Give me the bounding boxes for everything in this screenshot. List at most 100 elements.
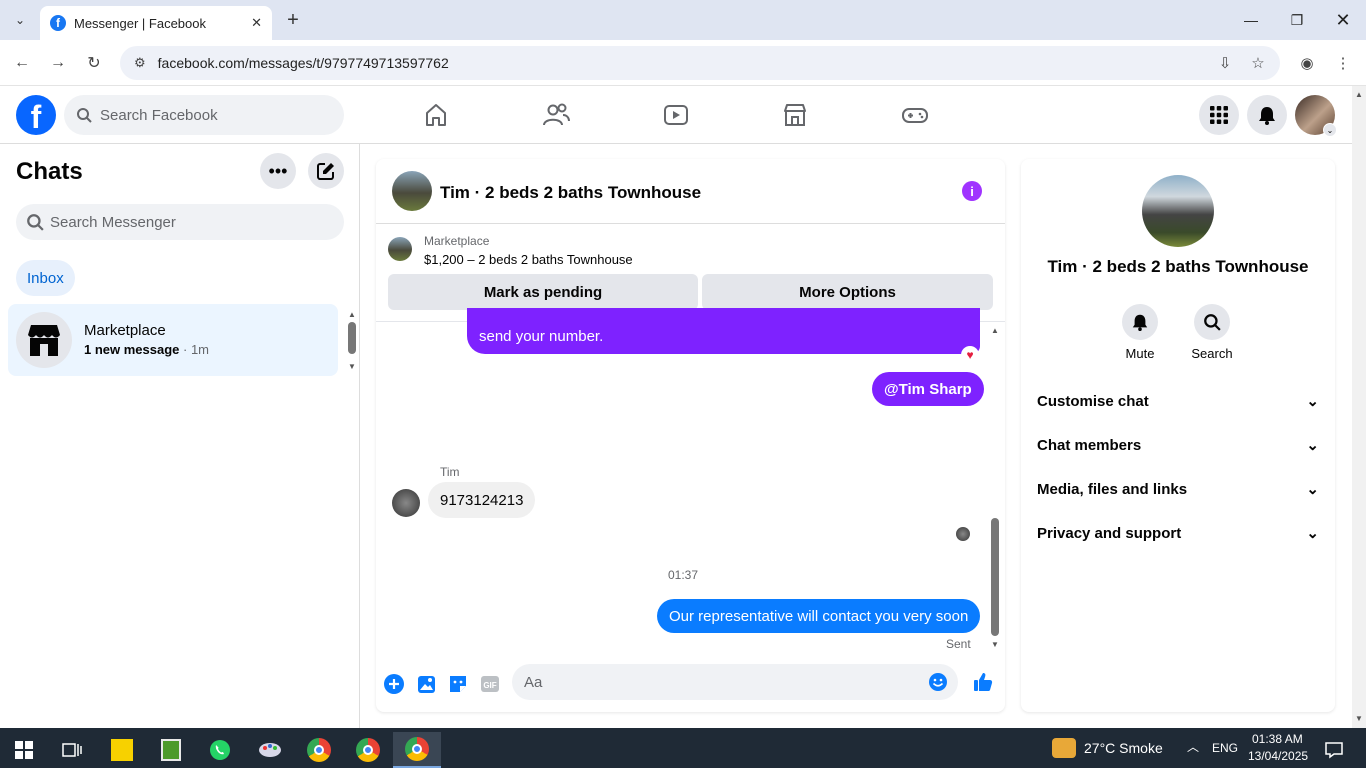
inbox-filter-tab[interactable]: Inbox	[16, 260, 75, 296]
thread-scrollbar[interactable]: ▲ ▼	[988, 322, 1002, 653]
minimize-icon[interactable]: —	[1228, 0, 1274, 40]
chrome-active-icon[interactable]	[393, 732, 441, 768]
mark-as-pending-button[interactable]: Mark as pending	[388, 274, 698, 310]
conversation-title[interactable]: Tim · 2 beds 2 baths Townhouse	[440, 183, 701, 203]
outgoing-message-text: send your number.	[479, 328, 604, 345]
bookmark-star-icon[interactable]: ☆	[1247, 52, 1269, 74]
search-label: Search	[1191, 346, 1233, 361]
add-actions-icon[interactable]	[383, 673, 405, 695]
reload-icon[interactable]: ↻	[83, 52, 105, 74]
emoji-icon[interactable]	[928, 672, 948, 692]
privacy-support-section[interactable]: Privacy and support ⌄	[1037, 513, 1319, 553]
site-info-icon[interactable]: ⚙	[134, 55, 146, 71]
video-icon[interactable]	[661, 100, 691, 130]
facebook-search-input[interactable]: Search Facebook	[64, 95, 344, 135]
info-icon[interactable]: i	[962, 181, 982, 201]
section-label: Chat members	[1037, 436, 1142, 454]
new-tab-icon[interactable]: +	[282, 9, 304, 31]
search-messenger-input[interactable]: Search Messenger	[16, 204, 344, 240]
listing-title: $1,200 – 2 beds 2 baths Townhouse	[424, 252, 633, 267]
back-icon[interactable]: ←	[11, 52, 33, 74]
page-scrollbar[interactable]: ▲ ▼	[1352, 86, 1366, 728]
account-avatar[interactable]: ⌄	[1295, 95, 1337, 137]
browser-tab[interactable]: f Messenger | Facebook ✕	[40, 6, 272, 40]
browser-menu-icon[interactable]: ⋮	[1332, 52, 1354, 74]
mute-label: Mute	[1125, 346, 1155, 361]
paint-app-icon[interactable]	[250, 732, 290, 768]
gif-icon[interactable]: GIF	[479, 673, 501, 695]
windows-taskbar: 27°C Smoke ︿ ENG 01:38 AM 13/04/2025	[0, 728, 1366, 768]
chats-sidebar: Chats ••• Search Messenger Inbox Marketp…	[0, 144, 360, 728]
chat-list-item[interactable]: Marketplace 1 new message · 1m	[8, 304, 338, 376]
message-status: Sent	[946, 637, 971, 651]
chevron-down-icon: ⌄	[1306, 481, 1319, 498]
notifications-bell-icon[interactable]	[1247, 95, 1287, 135]
weather-smoke-icon[interactable]	[1052, 738, 1076, 758]
incoming-message[interactable]: 9173124213	[428, 482, 536, 518]
clock-time[interactable]: 01:38 AM	[1252, 732, 1303, 746]
friends-icon[interactable]	[541, 100, 571, 130]
customise-chat-section[interactable]: Customise chat ⌄	[1037, 381, 1319, 421]
media-files-links-section[interactable]: Media, files and links ⌄	[1037, 469, 1319, 509]
chat-options-icon[interactable]: •••	[260, 153, 296, 189]
sticker-icon[interactable]	[447, 673, 469, 695]
marketplace-avatar	[16, 312, 72, 368]
close-tab-icon[interactable]: ✕	[251, 15, 262, 31]
profile-icon[interactable]: ◉	[1296, 52, 1318, 74]
like-thumbs-up-icon[interactable]	[972, 671, 994, 693]
home-icon[interactable]	[421, 100, 451, 130]
whatsapp-icon[interactable]	[200, 732, 240, 768]
spreadsheet-app-icon[interactable]	[151, 732, 191, 768]
chats-title: Chats	[16, 158, 83, 185]
mention-message[interactable]: @Tim Sharp	[872, 372, 984, 406]
chat-list-scrollbar[interactable]: ▲ ▼	[344, 304, 360, 376]
clock-date[interactable]: 13/04/2025	[1248, 749, 1308, 763]
conversation-avatar[interactable]	[392, 171, 432, 211]
new-message-icon[interactable]	[308, 153, 344, 189]
chrome-profile-icon[interactable]	[348, 732, 388, 768]
chat-item-preview: 1 new message · 1m	[84, 342, 209, 357]
show-hidden-icons-icon[interactable]: ︿	[1187, 738, 1199, 755]
search-icon	[1194, 304, 1230, 340]
menu-grid-icon[interactable]	[1199, 95, 1239, 135]
details-title: Tim · 2 beds 2 baths Townhouse	[1047, 257, 1309, 276]
facebook-header: f Search Facebook ⌄	[0, 86, 1352, 144]
forward-icon[interactable]: →	[47, 52, 69, 74]
search-in-conversation-button[interactable]: Search	[1182, 304, 1242, 361]
url-text: facebook.com/messages/t/9797749713597762	[157, 55, 449, 71]
heart-reaction-icon[interactable]: ♥	[961, 346, 979, 364]
chat-members-section[interactable]: Chat members ⌄	[1037, 425, 1319, 465]
read-receipt-avatar	[956, 527, 970, 541]
mute-button[interactable]: Mute	[1110, 304, 1170, 361]
chrome-icon[interactable]	[299, 732, 339, 768]
tab-search-dropdown-icon[interactable]: ⌄	[6, 6, 34, 34]
more-options-button[interactable]: More Options	[702, 274, 993, 310]
outgoing-message[interactable]: Our representative will contact you very…	[657, 599, 981, 633]
scroll-up-icon[interactable]: ▲	[1355, 90, 1363, 99]
url-field[interactable]: ⚙ facebook.com/messages/t/97977497135977…	[120, 46, 1280, 80]
facebook-logo-icon[interactable]: f	[16, 95, 56, 135]
message-timestamp: 01:37	[667, 568, 699, 582]
message-input[interactable]: Aa	[512, 664, 958, 700]
browser-tab-bar: ⌄ f Messenger | Facebook ✕ + — ❐ ✕	[0, 0, 1366, 40]
task-view-icon[interactable]	[52, 732, 92, 768]
install-app-icon[interactable]: ⇩	[1214, 52, 1236, 74]
close-window-icon[interactable]: ✕	[1320, 0, 1366, 40]
outgoing-message[interactable]: send your number.	[467, 308, 980, 354]
chat-item-time: · 1m	[183, 342, 210, 357]
sticky-notes-icon[interactable]	[102, 732, 142, 768]
marketplace-icon[interactable]	[780, 100, 810, 130]
search-icon	[77, 108, 92, 123]
windows-start-icon[interactable]	[4, 732, 44, 768]
photo-icon[interactable]	[415, 673, 437, 695]
gaming-icon[interactable]	[900, 100, 930, 130]
sender-avatar[interactable]	[392, 489, 420, 517]
restore-icon[interactable]: ❐	[1274, 0, 1320, 40]
chevron-down-icon: ⌄	[1306, 437, 1319, 454]
notification-center-icon[interactable]	[1314, 732, 1354, 768]
scroll-down-icon[interactable]: ▼	[1355, 714, 1363, 723]
conversation-profile-photo[interactable]	[1142, 175, 1214, 247]
language-indicator[interactable]: ENG	[1212, 741, 1238, 755]
conversation-panel: Tim · 2 beds 2 baths Townhouse i Marketp…	[376, 159, 1005, 712]
weather-text[interactable]: 27°C Smoke	[1084, 740, 1163, 756]
